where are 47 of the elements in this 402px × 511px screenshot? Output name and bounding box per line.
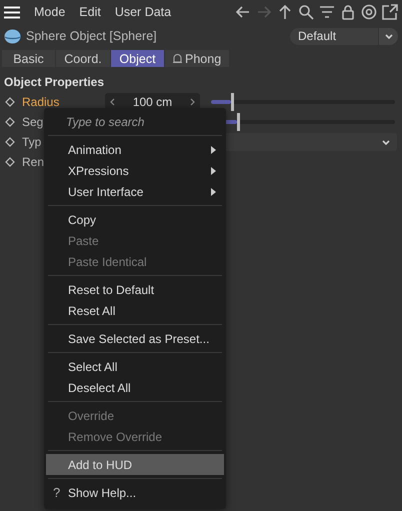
menu-item[interactable]: Select All: [46, 356, 224, 377]
search-field[interactable]: Type to search: [44, 112, 226, 132]
tab[interactable]: Coord.: [56, 50, 110, 67]
slider-handle[interactable]: [236, 113, 240, 131]
tab[interactable]: Phong: [165, 50, 230, 67]
help-mark: ?: [53, 485, 60, 500]
menu-item[interactable]: XPressions: [46, 160, 224, 181]
submenu-arrow-icon: [211, 146, 216, 154]
menu-item[interactable]: Add to HUD: [46, 454, 224, 475]
slider-track[interactable]: [211, 93, 395, 111]
menu-bar-item[interactable]: Edit: [79, 5, 101, 19]
menu-icon[interactable]: [4, 6, 20, 18]
chevron-icon: [384, 32, 394, 40]
sphere-icon: [4, 28, 21, 44]
tab[interactable]: Basic: [2, 50, 55, 67]
submenu-arrow-icon: [211, 188, 216, 196]
menu-item[interactable]: Deselect All: [46, 377, 224, 398]
object-title: Sphere Object [Sphere]: [26, 29, 157, 43]
menu-item[interactable]: Save Selected as Preset...: [46, 328, 224, 349]
property-label: Seg: [22, 115, 44, 129]
search-icon[interactable]: [298, 4, 314, 20]
menu-bar-item[interactable]: User Data: [114, 5, 172, 19]
decrement-icon[interactable]: [109, 98, 115, 106]
back-icon[interactable]: [235, 4, 251, 20]
section-title: Object Properties: [3, 74, 106, 91]
submenu-arrow-icon: [211, 166, 216, 174]
lock-icon[interactable]: [340, 4, 356, 20]
menu-item[interactable]: Reset to Default: [46, 279, 224, 300]
menu-item[interactable]: Animation: [46, 139, 224, 160]
preset-dropdown[interactable]: Default: [290, 28, 398, 44]
property-label: Typ: [22, 135, 42, 149]
increment-icon[interactable]: [190, 98, 196, 106]
menu-bar-item[interactable]: Mode: [34, 5, 66, 19]
up-icon[interactable]: [277, 4, 293, 20]
menu-item[interactable]: Copy: [46, 209, 224, 230]
filter-icon[interactable]: [319, 4, 335, 20]
property-label: Radius: [22, 95, 60, 109]
menu-item[interactable]: ? Show Help...: [46, 482, 224, 503]
tab[interactable]: Object: [111, 50, 164, 67]
menu-item[interactable]: Reset All: [46, 300, 224, 321]
target-icon[interactable]: [361, 4, 377, 20]
bell-icon: [173, 53, 182, 64]
slider-handle[interactable]: [231, 93, 234, 111]
property-label: Ren: [22, 155, 44, 169]
menu-item[interactable]: User Interface: [46, 181, 224, 202]
external-icon[interactable]: [382, 4, 398, 20]
chevron-icon: [381, 138, 391, 146]
